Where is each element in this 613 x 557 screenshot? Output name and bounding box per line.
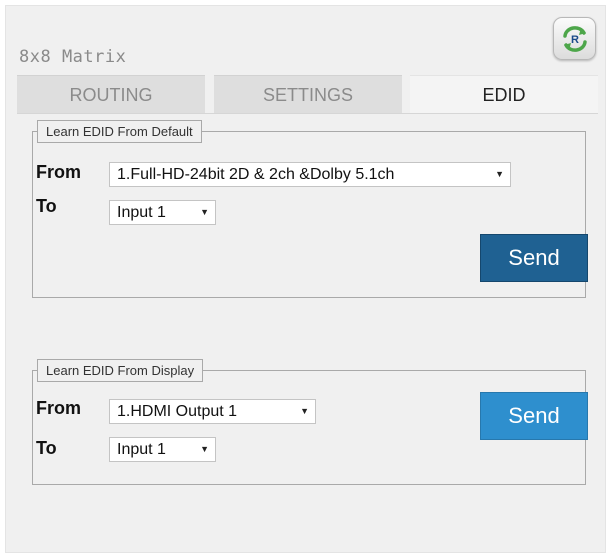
to-label: To	[36, 196, 57, 216]
default-target-value: Input 1	[117, 204, 166, 221]
send-default-edid-button[interactable]: Send	[480, 234, 588, 282]
display-target-select[interactable]: Input 1 ▼	[109, 437, 216, 462]
send-display-edid-button[interactable]: Send	[480, 392, 588, 440]
learn-from-default-legend: Learn EDID From Default	[37, 120, 202, 143]
from-label: From	[36, 398, 81, 418]
learn-from-display-legend: Learn EDID From Display	[37, 359, 204, 382]
refresh-icon: R	[563, 26, 587, 52]
tab-settings[interactable]: SETTINGS	[214, 75, 402, 114]
tab-bar: ROUTING SETTINGS EDID	[17, 75, 598, 114]
app-title: 8x8 Matrix	[19, 47, 127, 67]
refresh-icon-letter: R	[571, 34, 579, 46]
chevron-down-icon: ▼	[200, 444, 209, 454]
tab-edid[interactable]: EDID	[410, 75, 598, 114]
chevron-down-icon: ▼	[495, 169, 504, 179]
to-label: To	[36, 438, 57, 458]
display-target-value: Input 1	[117, 441, 166, 458]
default-source-select[interactable]: 1.Full-HD-24bit 2D & 2ch &Dolby 5.1ch ▼	[109, 162, 511, 187]
default-source-value: 1.Full-HD-24bit 2D & 2ch &Dolby 5.1ch	[117, 166, 395, 183]
chevron-down-icon: ▼	[300, 406, 309, 416]
learn-from-display-group: Learn EDID From Display From 1.HDMI Outp…	[32, 359, 588, 485]
learn-from-default-group: Learn EDID From Default From 1.Full-HD-2…	[32, 120, 588, 298]
display-source-value: 1.HDMI Output 1	[117, 403, 238, 420]
tab-routing[interactable]: ROUTING	[17, 75, 205, 114]
edid-tab-content: Learn EDID From Default From 1.Full-HD-2…	[17, 113, 598, 550]
from-label: From	[36, 162, 81, 182]
refresh-button[interactable]: R	[553, 17, 596, 60]
display-source-select[interactable]: 1.HDMI Output 1 ▼	[109, 399, 316, 424]
chevron-down-icon: ▼	[200, 207, 209, 217]
default-target-select[interactable]: Input 1 ▼	[109, 200, 216, 225]
